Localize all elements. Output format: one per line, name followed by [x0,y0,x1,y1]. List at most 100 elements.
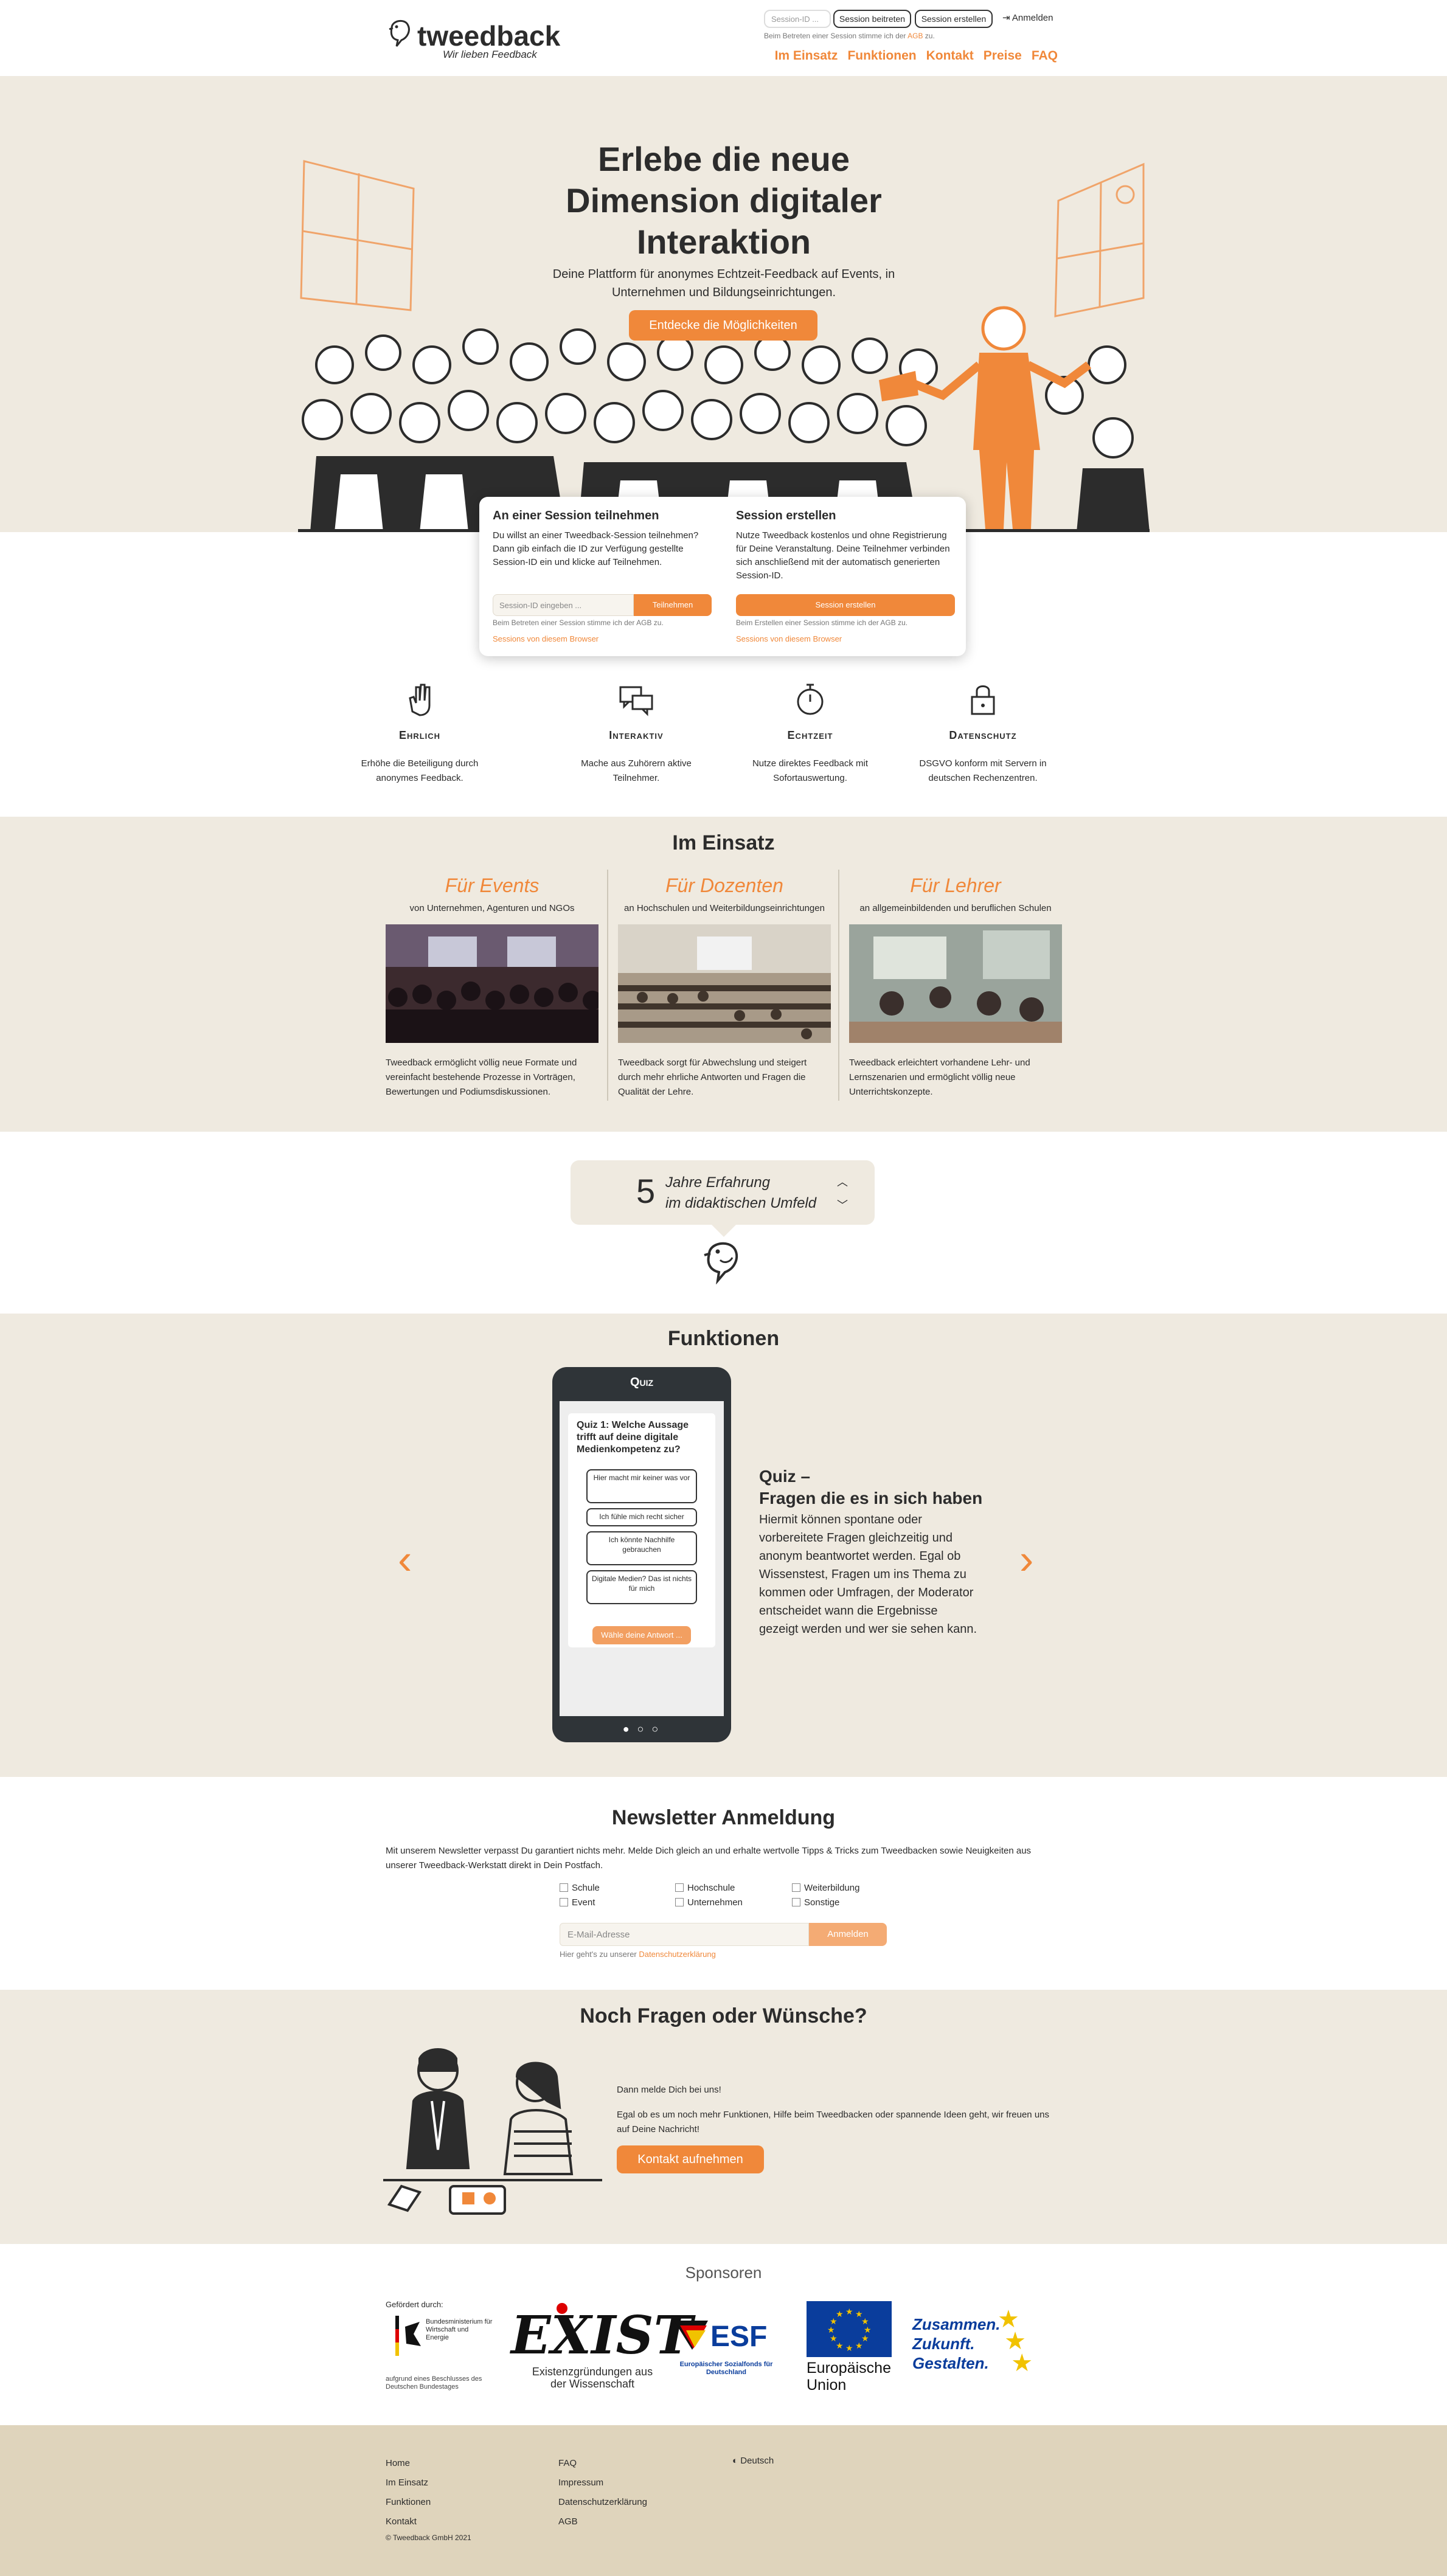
einsatz-column-title: Für Events [445,874,540,896]
header-join-session-button[interactable]: Session beitreten [833,10,911,28]
einsatz-column-subtitle: an Hochschulen und Weiterbildungseinrich… [624,903,825,913]
nav-faq[interactable]: FAQ [1032,49,1058,63]
nav-im-einsatz[interactable]: Im Einsatz [775,49,838,63]
checkbox-label: Weiterbildung [804,1883,860,1893]
speech-pointer [712,1225,736,1237]
feature-text: Nutze direktes Feedback mit Sofortauswer… [752,758,869,783]
zusammen-zukunft-gestalten-logo: Zusammen. Zukunft. Gestalten. [912,2315,1001,2372]
nav-kontakt[interactable]: Kontakt [926,49,974,63]
checkbox-box[interactable] [560,1883,568,1892]
footer-link-faq[interactable]: FAQ [558,2458,577,2468]
discover-button[interactable]: Entdecke die Möglichkeiten [629,310,817,341]
svg-text:ESF: ESF [710,2321,767,2353]
checkbox-sonstige[interactable]: Sonstige [792,1897,839,1908]
language-label: Deutsch [740,2456,774,2466]
join-button[interactable]: Teilnehmen [634,594,712,616]
svg-text:★: ★ [830,2334,838,2344]
phone-screen: Quiz 1: Welche Aussage trifft auf deine … [560,1401,724,1716]
newsletter-privacy-hint: Hier geht's zu unserer Datenschutzerklär… [560,1950,716,1959]
two-people-illustration [383,2048,602,2215]
quiz-option[interactable]: Ich könnte Nachhilfe gebrauchen [586,1531,697,1565]
checkbox-weiterbildung[interactable]: Weiterbildung [792,1883,859,1893]
experience-line-1: Jahre Erfahrung [665,1174,771,1191]
checkbox-box[interactable] [675,1883,684,1892]
agb-link[interactable]: AGB [907,32,923,40]
carousel-next-arrow-icon[interactable]: › [1019,1535,1033,1584]
experience-number: 5 [636,1172,656,1210]
tweedback-bird-logo-icon[interactable] [386,16,414,50]
contact-button[interactable]: Kontakt aufnehmen [617,2145,764,2173]
login-icon: ⇥ [1002,13,1012,23]
footer-link-impressum[interactable]: Impressum [558,2477,603,2488]
create-session-panel: Session erstellen Nutze Tweedback kosten… [736,509,955,583]
join-session-input[interactable]: Session-ID eingeben ... [493,594,634,616]
footer-link-funktionen[interactable]: Funktionen [386,2497,431,2507]
footer-link-datenschutz[interactable]: Datenschutzerklärung [558,2497,647,2507]
chevron-down-icon[interactable]: ﹀ [837,1197,848,1213]
feature-heading-line-2: Fragen die es in sich haben [759,1489,983,1508]
create-session-button[interactable]: Session erstellen [736,594,955,616]
language-selector[interactable]: ◐ Deutsch [732,2456,774,2466]
svg-text:★: ★ [845,2307,853,2317]
header-create-session-button[interactable]: Session erstellen [915,10,993,28]
create-session-title: Session erstellen [736,509,836,522]
checkbox-box[interactable] [560,1898,568,1906]
events-photo [386,924,602,1043]
einsatz-column-subtitle: an allgemeinbildenden und beruflichen Sc… [859,903,1052,913]
footer-link-home[interactable]: Home [386,2458,410,2468]
eu-logo-text: Europäische Union [807,2360,891,2394]
checkbox-label: Unternehmen [687,1897,743,1908]
join-session-text: Du willst an einer Tweedback-Session tei… [493,530,699,567]
feature-heading-line-1: Quiz – [759,1467,811,1486]
tweedback-bird-icon [704,1242,738,1284]
footer-link-agb[interactable]: AGB [558,2516,578,2527]
checkbox-unternehmen[interactable]: Unternehmen [675,1897,743,1908]
checkbox-box[interactable] [792,1883,800,1892]
logo-text[interactable]: tweedback [417,19,560,52]
login-link[interactable]: ⇥ Anmelden [1002,12,1053,23]
stars-logo-icon: ★ ★ ★ [998,2306,1033,2377]
quiz-submit-button[interactable]: Wähle deine Antwort ... [592,1626,691,1644]
quiz-option[interactable]: Hier macht mir keiner was vor [586,1469,697,1503]
nav-funktionen[interactable]: Funktionen [847,49,916,63]
feature-datenschutz: Datenschutz DSGVO konform mit Servern in… [910,681,1056,786]
header-session-input[interactable]: Session-ID ... [764,10,831,28]
einsatz-column-text: Tweedback erleichtert vorhandene Lehr- u… [849,1058,1030,1097]
bmwi-note: aufgrund eines Beschlusses des Deutschen… [386,2375,482,2391]
checkbox-box[interactable] [675,1898,684,1906]
checkbox-hochschule[interactable]: Hochschule [675,1883,735,1893]
lock-icon [971,685,995,715]
feature-ehrlich: Ehrlich Erhöhe die Beteiligung durch ano… [347,681,493,786]
join-browser-sessions-link[interactable]: Sessions von diesem Browser [493,634,599,643]
create-browser-sessions-link[interactable]: Sessions von diesem Browser [736,634,842,643]
newsletter-email-input[interactable]: E-Mail-Adresse [560,1923,809,1946]
quiz-option[interactable]: Digitale Medien? Das ist nichts für mich [586,1570,697,1604]
feature-echtzeit: Echtzeit Nutze direktes Feedback mit Sof… [737,681,883,786]
stopwatch-icon [797,684,824,715]
einsatz-column-text: Tweedback sorgt für Abwechslung und stei… [618,1058,807,1097]
chevron-up-icon[interactable]: ︿ [837,1174,848,1189]
feature-title: Interaktiv [609,729,664,741]
carousel-dots[interactable]: ● ○ ○ [552,1723,731,1736]
nav-preise[interactable]: Preise [984,49,1022,63]
login-label: Anmelden [1012,13,1053,23]
feature-interaktiv: Interaktiv Mache aus Zuhörern aktive Tei… [563,681,709,786]
footer-link-im-einsatz[interactable]: Im Einsatz [386,2477,428,2488]
quiz-option[interactable]: Ich fühle mich recht sicher [586,1508,697,1526]
questions-title: Noch Fragen oder Wünsche? [580,2004,867,2027]
checkbox-schule[interactable]: Schule [560,1883,600,1893]
newsletter-subscribe-button[interactable]: Anmelden [809,1923,887,1946]
session-box: An einer Session teilnehmen Du willst an… [479,497,966,656]
feature-text: Mache aus Zuhörern aktive Teilnehmer. [581,758,692,783]
feature-description: Hiermit können spontane oder vorbereitet… [759,1513,977,1636]
checkbox-event[interactable]: Event [560,1897,595,1908]
svg-text:★: ★ [845,2344,853,2353]
column-divider [607,870,608,1101]
footer-link-kontakt[interactable]: Kontakt [386,2516,417,2527]
checkbox-box[interactable] [792,1898,800,1906]
newsletter-text: Mit unserem Newsletter verpasst Du garan… [386,1846,1032,1871]
carousel-prev-arrow-icon[interactable]: ‹ [398,1535,412,1584]
questions-line-2: Egal ob es um noch mehr Funktionen, Hilf… [617,2110,1049,2135]
privacy-link[interactable]: Datenschutzerklärung [639,1950,715,1959]
einsatz-column-title: Für Dozenten [665,874,783,896]
